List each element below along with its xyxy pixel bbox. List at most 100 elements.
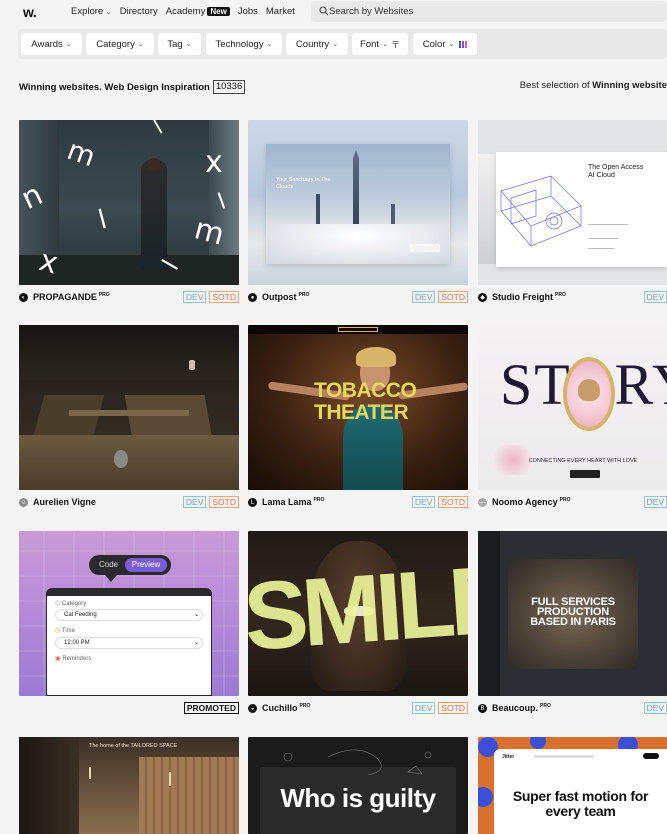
dev-badge: DEV bbox=[182, 291, 207, 303]
card-meta: PROMOTED bbox=[19, 702, 239, 716]
tab-code[interactable]: Code bbox=[99, 560, 118, 569]
card-meta: ◒ Cuchillo PRO DEV SOTD bbox=[248, 702, 468, 716]
field-label: Time bbox=[61, 628, 75, 634]
outpost-logo-icon: ● bbox=[248, 293, 257, 302]
pro-badge: PRO bbox=[298, 292, 310, 298]
awwwards-logo[interactable]: w. bbox=[23, 4, 37, 20]
award-tags: DEV SOTD bbox=[411, 291, 468, 303]
svg-text:l: l bbox=[95, 205, 110, 236]
site-thumbnail[interactable]: STORY CONNECTING EVERY HEART WITH LOVE bbox=[478, 325, 667, 490]
filter-country[interactable]: Country ⌄ bbox=[286, 33, 348, 55]
filter-awards[interactable]: Awards ⌄ bbox=[21, 33, 82, 55]
svg-text:x: x bbox=[205, 145, 223, 180]
nav-explore[interactable]: Explore ⌄ bbox=[71, 6, 112, 17]
nav-directory[interactable]: Directory bbox=[120, 6, 158, 17]
site-thumbnail[interactable]: SMILE bbox=[248, 531, 468, 696]
dev-badge: DEV bbox=[411, 702, 436, 714]
card-meta: L Lama Lama PRO DEV SOTD bbox=[248, 496, 468, 510]
site-thumbnail[interactable]: Jitter Super fast motion for every team bbox=[478, 737, 667, 834]
award-tags: DEV SOTD bbox=[411, 702, 468, 714]
site-name[interactable]: Beaucoup. PRO bbox=[492, 703, 551, 713]
chevron-down-icon: ⌄ bbox=[65, 41, 72, 48]
thumb-title: TOBACCO THEATER bbox=[314, 379, 417, 424]
pro-badge: PRO bbox=[299, 703, 311, 709]
site-name[interactable]: Studio Freight PRO bbox=[492, 292, 566, 302]
site-thumbnail[interactable]: TOBACCO THEATER bbox=[248, 325, 468, 490]
card-meta: ● Outpost PRO DEV SOTD bbox=[248, 291, 468, 305]
sotd-badge: SOTD bbox=[438, 291, 468, 303]
dev-badge: DEV bbox=[411, 291, 436, 303]
tab-preview[interactable]: Preview bbox=[125, 558, 167, 572]
svg-text:m: m bbox=[63, 133, 100, 173]
sotd-badge: SOTD bbox=[209, 291, 239, 303]
field-label: Category bbox=[61, 601, 87, 607]
page-headline: Winning websites. Web Design Inspiration… bbox=[19, 80, 246, 94]
site-thumbnail[interactable]: m l x n l m x l l bbox=[19, 120, 239, 285]
cuchillo-logo-icon: ◒ bbox=[248, 704, 257, 713]
new-badge: New bbox=[207, 7, 230, 16]
nav-market[interactable]: Market bbox=[266, 6, 295, 17]
pro-badge: PRO bbox=[540, 703, 551, 709]
site-thumbnail[interactable]: The Open Access AI Cloud bbox=[478, 120, 667, 285]
site-thumbnail[interactable]: The home of the TAILORED SPACE bbox=[19, 737, 239, 834]
site-thumbnail[interactable] bbox=[19, 325, 239, 490]
chevron-down-icon: ⌄ bbox=[382, 41, 388, 48]
svg-text:n: n bbox=[19, 177, 48, 217]
chevron-down-icon: ⌄ bbox=[137, 41, 144, 48]
search-input[interactable] bbox=[329, 3, 649, 20]
filter-font[interactable]: Font ⌄ 〒 bbox=[352, 33, 408, 55]
font-icon: 〒 bbox=[390, 39, 400, 50]
dev-badge: DEV bbox=[643, 702, 667, 714]
chevron-down-icon: ⌄ bbox=[185, 41, 192, 48]
sotd-badge: SOTD bbox=[438, 702, 468, 714]
promoted-badge: PROMOTED bbox=[183, 702, 239, 714]
thumb-subtitle: CONNECTING EVERY HEART WITH LOVE bbox=[528, 458, 638, 464]
site-name[interactable]: Aurelien Vigne bbox=[33, 497, 96, 507]
site-name[interactable]: PROPAGANDE PRO bbox=[33, 292, 110, 302]
site-thumbnail[interactable]: FULL SERVICES PRODUCTION BASED IN PARIS bbox=[478, 531, 667, 696]
chevron-down-icon: ⌄ bbox=[332, 41, 339, 48]
site-thumbnail[interactable]: Who is guilty bbox=[248, 737, 468, 834]
svg-text:m: m bbox=[191, 211, 228, 252]
thumb-title: Your Sanctuary In The Clouds bbox=[276, 177, 331, 190]
filter-color[interactable]: Color ⌄ bbox=[413, 33, 477, 55]
dev-badge: DEV bbox=[643, 291, 667, 303]
filter-category[interactable]: Category ⌄ bbox=[86, 33, 154, 55]
svg-text:l: l bbox=[150, 120, 167, 139]
chevron-down-icon: ⌄ bbox=[105, 9, 112, 16]
dev-badge: DEV bbox=[182, 496, 207, 508]
dev-badge: DEV bbox=[411, 496, 436, 508]
nav-academy[interactable]: Academy New bbox=[166, 6, 230, 17]
card-meta: ◆ Studio Freight PRO DEV bbox=[478, 291, 667, 305]
award-tags: DEV bbox=[643, 291, 667, 303]
pro-badge: PRO bbox=[98, 292, 110, 298]
site-thumbnail[interactable]: Your Sanctuary In The Clouds bbox=[248, 120, 468, 285]
svg-text:l: l bbox=[215, 189, 229, 215]
thumb-title: Who is guilty bbox=[280, 783, 436, 813]
award-tags: DEV SOTD bbox=[411, 496, 468, 508]
site-name[interactable]: Outpost PRO bbox=[262, 292, 309, 302]
site-name[interactable]: Cuchillo PRO bbox=[262, 703, 310, 713]
chevron-down-icon: ⌄ bbox=[448, 41, 455, 48]
search-bar[interactable] bbox=[311, 1, 667, 22]
filter-technology[interactable]: Technology ⌄ bbox=[206, 33, 282, 55]
site-thumbnail[interactable]: Code Preview ⬡ Category Cat Feeding ⌄ ◷ T… bbox=[19, 531, 239, 696]
category-select[interactable]: Cat Feeding ⌄ bbox=[55, 609, 203, 621]
card-meta: B Beaucoup. PRO DEV bbox=[478, 702, 667, 716]
noomo-logo-icon: — bbox=[478, 498, 487, 507]
headline-right: Best selection of Winning website bbox=[519, 80, 667, 91]
card-meta: ◐ PROPAGANDE PRO DEV SOTD bbox=[19, 291, 239, 305]
svg-text:x: x bbox=[35, 243, 61, 281]
filter-tag[interactable]: Tag ⌄ bbox=[158, 33, 201, 55]
site-name[interactable]: Lama Lama PRO bbox=[262, 497, 324, 507]
headline-text: Winning websites. Web Design Inspiration bbox=[19, 81, 210, 93]
chevron-down-icon: ⌄ bbox=[193, 612, 199, 618]
code-preview-toggle[interactable]: Code Preview bbox=[89, 555, 171, 575]
card-meta: ☺ Aurelien Vigne DEV SOTD bbox=[19, 496, 239, 510]
svg-text:l: l bbox=[157, 255, 185, 275]
time-select[interactable]: 12:00 PM ⌄ bbox=[55, 637, 203, 649]
site-name[interactable]: Noomo Agency PRO bbox=[492, 497, 571, 507]
color-swatch-icon bbox=[459, 40, 468, 48]
chevron-down-icon: ⌄ bbox=[193, 640, 199, 646]
nav-jobs[interactable]: Jobs bbox=[238, 6, 258, 17]
